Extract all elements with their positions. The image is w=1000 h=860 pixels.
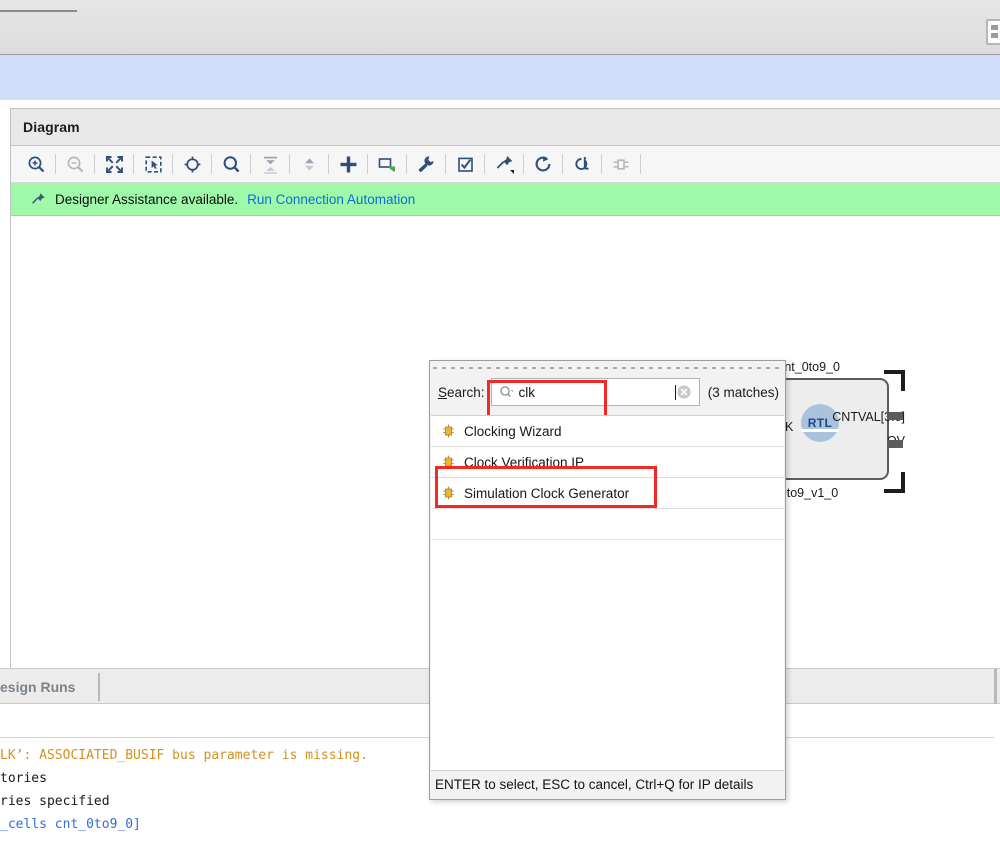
search-icon[interactable] xyxy=(214,149,248,179)
panel-menu-glyph-top xyxy=(991,25,998,30)
run-block-automation-icon[interactable] xyxy=(409,149,443,179)
toolbar-separator xyxy=(601,154,602,174)
optimize-routing-icon[interactable] xyxy=(565,149,599,179)
ip-core-icon xyxy=(443,424,454,438)
fit-to-window-icon[interactable] xyxy=(97,149,131,179)
zoom-in-icon[interactable] xyxy=(19,149,53,179)
search-label-mnemonic: S xyxy=(438,384,448,400)
diagram-toolbar xyxy=(11,146,1000,183)
toolbar-separator xyxy=(172,154,173,174)
regenerate-layout-icon[interactable] xyxy=(526,149,560,179)
zoom-out-icon[interactable] xyxy=(58,149,92,179)
search-input[interactable]: clk xyxy=(490,378,700,406)
list-item[interactable]: Clocking Wizard xyxy=(431,416,784,447)
search-icon xyxy=(499,386,513,397)
toolbar-separator xyxy=(367,154,368,174)
validate-design-icon[interactable] xyxy=(448,149,482,179)
tab-design-runs[interactable]: esign Runs xyxy=(0,679,75,695)
popup-footer: ENTER to select, ESC to cancel, Ctrl+Q f… xyxy=(431,770,784,798)
application-top-chrome xyxy=(0,0,1000,55)
add-module-icon[interactable] xyxy=(370,149,404,179)
rtl-pin-ov[interactable] xyxy=(887,440,903,448)
pin-icon[interactable] xyxy=(487,149,521,179)
list-item[interactable]: Clock Verification IP xyxy=(431,447,784,478)
toolbar-separator xyxy=(133,154,134,174)
selection-corner-top-right xyxy=(884,370,905,391)
hierarchy-icon[interactable] xyxy=(604,149,638,179)
toolbar-separator xyxy=(250,154,251,174)
toolbar-separator xyxy=(406,154,407,174)
toolbar-separator xyxy=(55,154,56,174)
ip-search-popup[interactable]: Search: clk (3 matches) Clocking Wizard … xyxy=(429,360,786,800)
toolbar-separator xyxy=(484,154,485,174)
run-connection-automation-link[interactable]: Run Connection Automation xyxy=(247,192,415,207)
toolbar-separator xyxy=(562,154,563,174)
list-item-label: Clock Verification IP xyxy=(464,454,585,470)
ip-core-icon xyxy=(443,486,454,500)
match-count: (3 matches) xyxy=(707,384,779,400)
zoom-area-icon[interactable] xyxy=(136,149,170,179)
diagram-titlebar: Diagram xyxy=(11,109,1000,146)
assistance-message: Designer Assistance available. xyxy=(55,191,239,207)
tab-underline-remnant xyxy=(0,10,77,12)
toolbar-separator xyxy=(211,154,212,174)
toolbar-separator xyxy=(94,154,95,174)
search-label: Search: xyxy=(438,385,485,400)
rtl-pin-cntval[interactable] xyxy=(887,412,903,420)
ip-search-row: Search: clk (3 matches) xyxy=(430,372,785,412)
panel-menu-glyph-bottom xyxy=(991,33,998,38)
center-view-icon[interactable] xyxy=(175,149,209,179)
tabstrip-right-edge xyxy=(994,669,997,705)
selected-highlight-band xyxy=(0,55,1000,100)
page-title: Diagram xyxy=(23,119,80,135)
console-line[interactable]: _cells cnt_0to9_0] xyxy=(0,813,1000,836)
popup-drag-grip[interactable] xyxy=(433,363,782,372)
list-item-label: Clocking Wizard xyxy=(464,423,562,439)
expand-all-icon[interactable] xyxy=(292,149,326,179)
ip-core-icon xyxy=(443,455,454,469)
ip-results-list[interactable]: Clocking Wizard Clock Verification IP Si… xyxy=(431,415,784,773)
search-label-rest: earch: xyxy=(447,384,485,400)
pin-icon xyxy=(32,192,45,204)
toolbar-separator xyxy=(523,154,524,174)
panel-menu-button[interactable] xyxy=(986,19,1000,45)
list-item[interactable]: Simulation Clock Generator xyxy=(431,478,784,509)
toolbar-separator xyxy=(328,154,329,174)
collapse-all-icon[interactable] xyxy=(253,149,287,179)
list-empty-row xyxy=(431,509,784,540)
clear-icon[interactable] xyxy=(676,384,692,400)
tabstrip-divider xyxy=(98,673,100,701)
designer-assistance-banner: Designer Assistance available. Run Conne… xyxy=(11,183,1000,216)
popup-footer-hint: ENTER to select, ESC to cancel, Ctrl+Q f… xyxy=(435,777,754,792)
search-input-value: clk xyxy=(518,384,536,400)
rtl-logo-text: RTL xyxy=(807,416,833,430)
list-item-label: Simulation Clock Generator xyxy=(464,485,630,501)
toolbar-separator xyxy=(640,154,641,174)
add-ip-icon[interactable] xyxy=(331,149,365,179)
toolbar-separator xyxy=(289,154,290,174)
toolbar-separator xyxy=(445,154,446,174)
